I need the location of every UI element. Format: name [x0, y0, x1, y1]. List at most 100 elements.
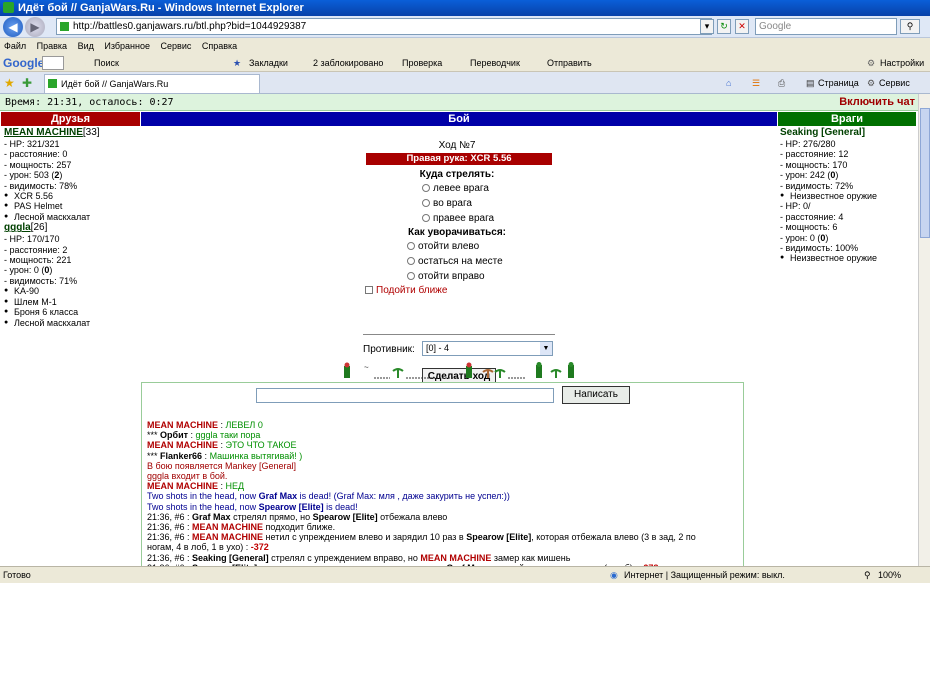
opponent-select[interactable]: [0] - 4 ▼ [422, 341, 553, 356]
log-segment: Орбит [160, 430, 189, 441]
friends-header: Друзья [1, 112, 140, 126]
forward-button[interactable]: ▶ [25, 17, 45, 37]
status-text: Готово [3, 570, 31, 580]
page-menu-icon: ▤ [806, 78, 815, 88]
tools-menu-button[interactable]: Сервис [879, 72, 910, 94]
friend-level: [26] [30, 222, 48, 234]
log-segment: ногам, 4 в лоб, 1 в ухо) : [147, 542, 251, 553]
log-line: В бою появляется Mankey [General] [147, 461, 743, 471]
log-segment: MEAN MACHINE [192, 532, 264, 543]
log-segment: Two shots in the head, now [147, 491, 259, 502]
address-dropdown-icon[interactable]: ▾ [700, 19, 714, 34]
stop-icon[interactable]: ✕ [735, 19, 749, 34]
chat-input[interactable] [256, 388, 554, 403]
log-segment: , которая отбежала влево (3 в зад, 2 по [531, 532, 696, 543]
log-line: MEAN MACHINE : ЭТО ЧТО ТАКОЕ [147, 440, 743, 450]
refresh-icon[interactable]: ↻ [717, 19, 731, 34]
scrollbar-thumb[interactable] [920, 108, 930, 238]
friend-stat: - расстояние: 0 [4, 149, 68, 160]
battle-header: Бой [141, 112, 777, 126]
feeds-icon[interactable]: ☰ [752, 72, 760, 94]
enemy-stat: - урон: 0 (0) [780, 232, 829, 243]
log-segment: нетил с упреждением влево и зарядил 10 р… [263, 532, 467, 543]
log-segment: Graf Max [258, 491, 298, 502]
shoot-title: Куда стрелять: [419, 169, 495, 180]
friend-card: gggla[26] - HP: 170/170 - расстояние: 2 … [4, 222, 140, 328]
app-icon [3, 2, 14, 13]
checkbox-icon[interactable] [365, 286, 373, 294]
enemy-stat: - расстояние: 4 [780, 211, 844, 222]
shoot-left-option[interactable]: левее врага [422, 183, 489, 194]
log-segment: : [218, 440, 226, 451]
dodge-right-option[interactable]: отойти вправо [407, 271, 485, 282]
log-line: *** Flanker66 : Машинка вытягивай! ) [147, 451, 743, 461]
google-search-field[interactable] [42, 56, 64, 70]
window-title: Идёт бой // GanjaWars.Ru - Windows Inter… [18, 2, 304, 14]
menu-favorites[interactable]: Избранное [100, 38, 154, 54]
log-segment: *** [147, 430, 161, 441]
home-icon[interactable]: ⌂ [726, 72, 731, 94]
friend-name-link[interactable]: gggla [4, 222, 31, 233]
spellcheck-button[interactable]: Проверка [402, 54, 442, 72]
log-segment: 21:36, #6 : [147, 511, 193, 522]
search-input[interactable]: Google [755, 18, 897, 35]
time-bar: Время: 21:31, осталось: 0:27 Включить ча… [0, 94, 918, 111]
log-line: ногам, 4 в лоб, 1 в ухо) : -372 [147, 542, 743, 552]
palm-tree-icon [392, 368, 404, 378]
log-segment: MEAN MACHINE [147, 440, 218, 451]
menu-help[interactable]: Справка [198, 38, 241, 54]
log-segment: 21:36, #6 : [147, 532, 193, 543]
dodge-stay-option[interactable]: остаться на месте [407, 256, 503, 267]
approach-checkbox[interactable]: Подойти ближе [365, 285, 447, 296]
fighter-icon [536, 362, 542, 378]
search-icon[interactable]: ⚲ [900, 19, 920, 34]
google-search-button[interactable]: Поиск [94, 54, 119, 72]
log-line: MEAN MACHINE : НЕД [147, 481, 743, 491]
translate-button[interactable]: Переводчик [470, 54, 520, 72]
friend-name-link[interactable]: MEAN MACHINE [4, 127, 83, 138]
shoot-right-option[interactable]: правее врага [422, 213, 494, 224]
send-to-button[interactable]: Отправить [547, 54, 592, 72]
log-line: 21:36, #6 : MEAN MACHINE нетил с упрежде… [147, 532, 743, 542]
radio-icon[interactable] [407, 272, 415, 280]
favorites-star-icon[interactable]: ★ [4, 72, 15, 94]
radio-icon[interactable] [422, 199, 430, 207]
print-icon[interactable]: ⎙ [778, 72, 785, 94]
send-message-button[interactable]: Написать [562, 386, 630, 404]
log-segment: gggla таки пора [195, 430, 261, 441]
opponent-label: Противник: [363, 344, 415, 355]
vertical-scrollbar[interactable] [918, 94, 930, 566]
bookmarks-button[interactable]: Закладки [249, 54, 288, 72]
log-segment: MEAN MACHINE [420, 552, 492, 563]
radio-icon[interactable] [407, 242, 415, 250]
menu-tools[interactable]: Сервис [157, 38, 196, 54]
menu-view[interactable]: Вид [74, 38, 98, 54]
popup-blocked-button[interactable]: 2 заблокировано [313, 54, 383, 72]
toolbar-settings-button[interactable]: Настройки [880, 54, 924, 72]
log-segment: Two shots in the head, now [147, 501, 259, 512]
log-segment: ЛЕВЕЛ 0 [225, 420, 263, 430]
shoot-center-option[interactable]: во врага [422, 198, 472, 209]
menu-file[interactable]: Файл [0, 38, 30, 54]
security-zone: Интернет | Защищенный режим: выкл. [624, 570, 785, 580]
radio-icon[interactable] [422, 214, 430, 222]
enemy-name[interactable]: Seaking [General] [780, 127, 916, 139]
radio-icon[interactable] [407, 257, 415, 265]
address-bar[interactable]: http://battles0.ganjawars.ru/btl.php?bid… [56, 18, 712, 35]
address-row: ◀ ▶ http://battles0.ganjawars.ru/btl.php… [0, 16, 930, 38]
friend-stat: - HP: 170/170 [4, 234, 60, 245]
back-button[interactable]: ◀ [3, 17, 23, 37]
friend-stat: - урон: 0 (0) [4, 265, 53, 276]
log-segment: *** [147, 450, 161, 461]
page-menu-button[interactable]: Страница [818, 72, 859, 94]
radio-icon[interactable] [422, 184, 430, 192]
enable-chat-link[interactable]: Включить чат [839, 94, 915, 111]
zoom-level[interactable]: 100% [878, 567, 901, 583]
log-segment: 21:36, #6 : [147, 522, 193, 533]
tab-battle[interactable]: Идёт бой // GanjaWars.Ru [44, 74, 260, 93]
friend-stat: - урон: 503 (2) [4, 170, 63, 181]
dodge-left-option[interactable]: отойти влево [407, 241, 479, 252]
palm-tree-icon [482, 369, 494, 378]
add-favorites-icon[interactable]: ✚ [22, 72, 32, 94]
menu-edit[interactable]: Правка [33, 38, 71, 54]
